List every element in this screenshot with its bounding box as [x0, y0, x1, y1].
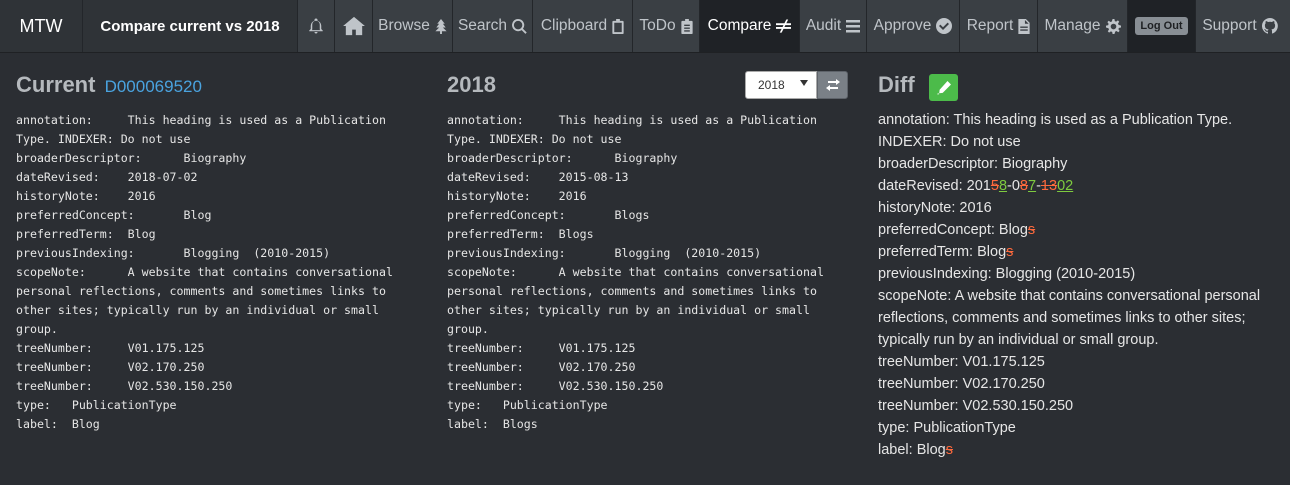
list-icon — [846, 19, 861, 32]
diff-line: annotation: This heading is used as a Pu… — [878, 112, 1233, 150]
nav-search-label: Search — [457, 17, 508, 34]
diff-deleted: 13 — [1040, 178, 1058, 194]
year-select-value: 2018 — [758, 78, 785, 92]
edit-button[interactable] — [929, 74, 958, 101]
nav-audit-label: Audit — [805, 17, 842, 34]
year-select[interactable]: 2018 — [745, 71, 817, 99]
search-icon — [512, 18, 527, 34]
nav-browse[interactable]: Browse — [373, 0, 453, 52]
current-column: Current D000069520 annotation: This head… — [16, 53, 426, 434]
logout-button[interactable]: Log Out — [1135, 17, 1188, 35]
current-heading: Current D000069520 — [16, 72, 426, 98]
diff-line: treeNumber: V02.530.150.250 — [878, 398, 1074, 414]
home-button[interactable] — [335, 0, 373, 52]
diff-line: historyNote: 2016 — [878, 200, 992, 216]
diff-text: label: Blog — [878, 442, 946, 458]
nav-manage[interactable]: Manage — [1038, 0, 1128, 52]
previous-column: 2018 annotation: This heading is used as… — [447, 53, 857, 434]
nav-report[interactable]: Report — [960, 0, 1038, 52]
nav-clipboard-label: Clipboard — [540, 17, 608, 34]
nav-approve[interactable]: Approve — [867, 0, 960, 52]
nav-support-label: Support — [1202, 17, 1257, 34]
diff-text: -0 — [1007, 178, 1020, 194]
diff-text: dateRevised: 201 — [878, 178, 991, 194]
nav-approve-label: Approve — [873, 17, 932, 34]
check-circle-icon — [936, 18, 953, 34]
file-icon — [1018, 18, 1030, 34]
diff-line: scopeNote: A website that contains conve… — [878, 288, 1261, 348]
nav-support[interactable]: Support — [1196, 0, 1284, 52]
nav-report-label: Report — [966, 17, 1014, 34]
logout-container: Log Out — [1128, 0, 1196, 52]
previous-record: annotation: This heading is used as a Pu… — [447, 113, 824, 431]
diff-deleted: 5 — [990, 178, 999, 194]
diff-line: broaderDescriptor: Biography — [878, 156, 1068, 172]
diff-column: Diff annotation: This heading is used as… — [878, 53, 1278, 461]
nav-compare[interactable]: Compare — [700, 0, 800, 52]
pencil-icon — [936, 80, 951, 95]
notifications-button[interactable] — [298, 0, 335, 52]
diff-line: treeNumber: V02.170.250 — [878, 376, 1045, 392]
nav-manage-label: Manage — [1044, 17, 1101, 34]
github-icon — [1261, 18, 1278, 34]
page-title: Compare current vs 2018 — [83, 0, 298, 52]
diff-line: treeNumber: V01.175.125 — [878, 354, 1045, 370]
diff-inserted: 8 — [998, 178, 1008, 194]
chevron-down-icon — [800, 80, 808, 86]
diff-deleted: 8 — [1019, 178, 1028, 194]
diff-line: type: PublicationType — [878, 420, 1016, 436]
bell-icon — [309, 18, 323, 34]
todo-icon — [680, 18, 693, 34]
top-navbar: MTW Compare current vs 2018 Browse Searc… — [0, 0, 1290, 53]
swap-arrows-icon — [825, 79, 840, 91]
diff-line: preferredConcept: Blogs — [878, 219, 1278, 241]
clipboard-icon — [612, 18, 624, 34]
descriptor-id-link[interactable]: D000069520 — [105, 77, 202, 96]
diff-inserted: 7 — [1028, 178, 1037, 194]
diff-deleted: s — [1027, 222, 1036, 238]
nav-clipboard[interactable]: Clipboard — [533, 0, 633, 52]
not-equal-icon — [776, 19, 792, 33]
diff-line: preferredTerm: Blogs — [878, 241, 1278, 263]
swap-button[interactable] — [817, 71, 848, 99]
diff-line: label: Blogs — [878, 439, 1278, 461]
nav-todo[interactable]: ToDo — [633, 0, 700, 52]
diff-deleted: s — [945, 442, 953, 458]
diff-line: dateRevised: 20158-087-1302 — [878, 175, 1278, 197]
diff-record: annotation: This heading is used as a Pu… — [878, 109, 1278, 461]
nav-todo-label: ToDo — [639, 17, 676, 34]
gear-icon — [1105, 18, 1121, 34]
current-title: Current — [16, 72, 96, 97]
brand[interactable]: MTW — [0, 0, 83, 52]
diff-text: preferredConcept: Blog — [878, 222, 1028, 238]
home-icon — [342, 16, 365, 36]
tree-icon — [435, 18, 447, 34]
current-record: annotation: This heading is used as a Pu… — [16, 113, 393, 431]
diff-text: preferredTerm: Blog — [878, 244, 1007, 260]
nav-browse-label: Browse — [378, 17, 430, 34]
diff-deleted: s — [1006, 244, 1014, 260]
diff-line: previousIndexing: Blogging (2010-2015) — [878, 266, 1136, 282]
nav-compare-label: Compare — [707, 17, 772, 34]
nav-search[interactable]: Search — [453, 0, 533, 52]
diff-inserted: 02 — [1057, 178, 1074, 194]
nav-audit[interactable]: Audit — [800, 0, 867, 52]
